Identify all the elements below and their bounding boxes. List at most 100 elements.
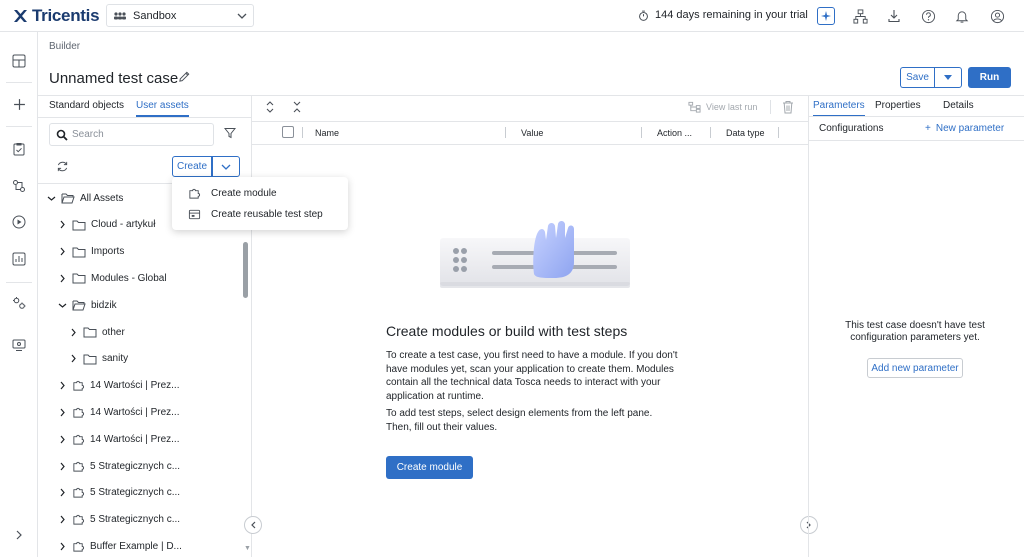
tree-folder-item[interactable]: Modules - Global: [57, 269, 167, 287]
flow-icon[interactable]: [10, 177, 28, 195]
brand-name: Tricentis: [32, 6, 100, 25]
module-puzzle-icon: [72, 406, 85, 419]
column-header-name[interactable]: Name: [315, 128, 339, 138]
tree-module-item[interactable]: 5 Strategicznych c...: [57, 457, 180, 475]
chevron-right-icon[interactable]: [57, 462, 67, 471]
module-puzzle-icon: [189, 188, 201, 199]
tree-folder-item[interactable]: All Assets: [46, 189, 123, 207]
view-last-run-button[interactable]: View last run: [688, 101, 757, 113]
clipboard-check-icon[interactable]: [10, 140, 28, 158]
tree-module-item[interactable]: 5 Strategicznych c...: [57, 484, 180, 502]
create-dropdown-toggle[interactable]: [212, 156, 240, 177]
folder-open-icon: [61, 192, 75, 204]
sitemap-icon[interactable]: [850, 6, 870, 26]
folder-icon: [72, 272, 86, 284]
create-menu: Create module Create reusable test step: [172, 177, 348, 230]
workspace-selector[interactable]: Sandbox: [106, 4, 254, 27]
edit-pencil-icon[interactable]: [178, 70, 191, 83]
tree-scrollbar[interactable]: [243, 242, 248, 298]
chevron-right-icon[interactable]: [57, 488, 67, 497]
add-new-parameter-button[interactable]: Add new parameter: [867, 358, 963, 378]
tab-details[interactable]: Details: [943, 100, 974, 111]
play-circle-icon[interactable]: [10, 213, 28, 231]
trial-status: 144 days remaining in your trial: [638, 9, 808, 21]
create-module-button[interactable]: Create module: [386, 456, 473, 479]
chevron-right-icon[interactable]: [57, 515, 67, 524]
tree-module-item[interactable]: 14 Wartości | Prez...: [57, 403, 179, 421]
column-separator: [641, 127, 642, 138]
tree-module-item[interactable]: Buffer Example | D...: [57, 537, 182, 555]
user-profile-icon[interactable]: [987, 6, 1007, 26]
tree-module-item[interactable]: 14 Wartości | Prez...: [57, 377, 179, 395]
tree-item-label: other: [102, 326, 125, 338]
chevron-down-icon[interactable]: [57, 302, 67, 309]
expand-all-icon[interactable]: [266, 100, 274, 114]
expand-rail-icon[interactable]: [10, 526, 28, 544]
collapse-all-icon[interactable]: [293, 100, 301, 114]
breadcrumb[interactable]: Builder: [49, 41, 80, 52]
tree-module-item[interactable]: 5 Strategicznych c...: [57, 511, 180, 529]
collapse-left-pane-button[interactable]: [244, 516, 262, 534]
download-icon[interactable]: [884, 6, 904, 26]
empty-state-title: Create modules or build with test steps: [386, 323, 628, 339]
chevron-right-icon[interactable]: [57, 274, 67, 283]
asset-search[interactable]: Search: [49, 123, 214, 146]
team-icon: [114, 11, 126, 19]
tree-folder-item[interactable]: bidzik: [57, 296, 117, 314]
tab-user-assets[interactable]: User assets: [136, 100, 189, 117]
tree-item-label: 5 Strategicznych c...: [90, 514, 181, 526]
chevron-right-icon[interactable]: [68, 354, 78, 363]
tab-properties[interactable]: Properties: [875, 100, 921, 111]
settings-gears-icon[interactable]: [10, 294, 28, 312]
chevron-right-icon[interactable]: [68, 328, 78, 337]
tree-folder-item[interactable]: Cloud - artykuł: [57, 216, 155, 234]
report-chart-icon[interactable]: [10, 250, 28, 268]
chevron-right-icon[interactable]: [57, 247, 67, 256]
menu-item-create-module[interactable]: Create module: [188, 184, 277, 202]
column-header-data-type[interactable]: Data type: [726, 128, 765, 138]
search-input[interactable]: Search: [72, 129, 104, 140]
refresh-icon[interactable]: [56, 160, 69, 173]
save-options-dropdown[interactable]: [934, 67, 962, 88]
rail-divider: [6, 126, 32, 127]
add-icon[interactable]: [10, 95, 28, 113]
chevron-right-icon[interactable]: [57, 220, 67, 229]
column-header-value[interactable]: Value: [521, 128, 543, 138]
chevron-right-icon[interactable]: [57, 435, 67, 444]
folder-icon: [72, 219, 86, 231]
configurations-divider: [808, 140, 1024, 141]
workspace-name: Sandbox: [133, 9, 177, 22]
tree-module-item[interactable]: 14 Wartości | Prez...: [57, 430, 179, 448]
tree-folder-item[interactable]: sanity: [68, 350, 128, 368]
tree-item-label: 5 Strategicznych c...: [90, 460, 181, 472]
trash-icon[interactable]: [782, 100, 794, 114]
tree-folder-item[interactable]: other: [68, 323, 125, 341]
chevron-right-icon[interactable]: [57, 381, 67, 390]
chevron-right-icon[interactable]: [57, 542, 67, 551]
new-parameter-button[interactable]: + New parameter: [925, 123, 1004, 134]
tricentis-logo[interactable]: Tricentis: [12, 6, 100, 26]
column-separator: [302, 127, 303, 138]
folder-icon: [83, 326, 97, 338]
filter-icon[interactable]: [224, 127, 236, 139]
tree-folder-item[interactable]: Imports: [57, 243, 124, 261]
ai-assistant-icon[interactable]: [817, 7, 835, 25]
tab-standard-objects[interactable]: Standard objects: [49, 100, 124, 111]
agent-screen-icon[interactable]: [10, 336, 28, 354]
save-button[interactable]: Save: [900, 67, 934, 88]
chevron-right-icon[interactable]: [57, 408, 67, 417]
notification-bell-icon[interactable]: [952, 6, 972, 26]
chevron-down-icon[interactable]: [46, 195, 56, 202]
dashboard-icon[interactable]: [10, 52, 28, 70]
column-header-action[interactable]: Action ...: [657, 128, 692, 138]
module-puzzle-icon: [72, 433, 85, 446]
menu-item-create-reusable-step[interactable]: Create reusable test step: [188, 205, 323, 223]
select-all-checkbox[interactable]: [282, 126, 294, 138]
help-icon[interactable]: [918, 6, 938, 26]
create-button[interactable]: Create: [172, 156, 212, 177]
tree-item-label: 14 Wartości | Prez...: [90, 433, 180, 445]
run-button[interactable]: Run: [968, 67, 1011, 88]
tab-parameters[interactable]: Parameters: [813, 100, 865, 117]
toolbar-divider: [252, 121, 808, 122]
scroll-down-arrow[interactable]: ▼: [244, 545, 251, 552]
